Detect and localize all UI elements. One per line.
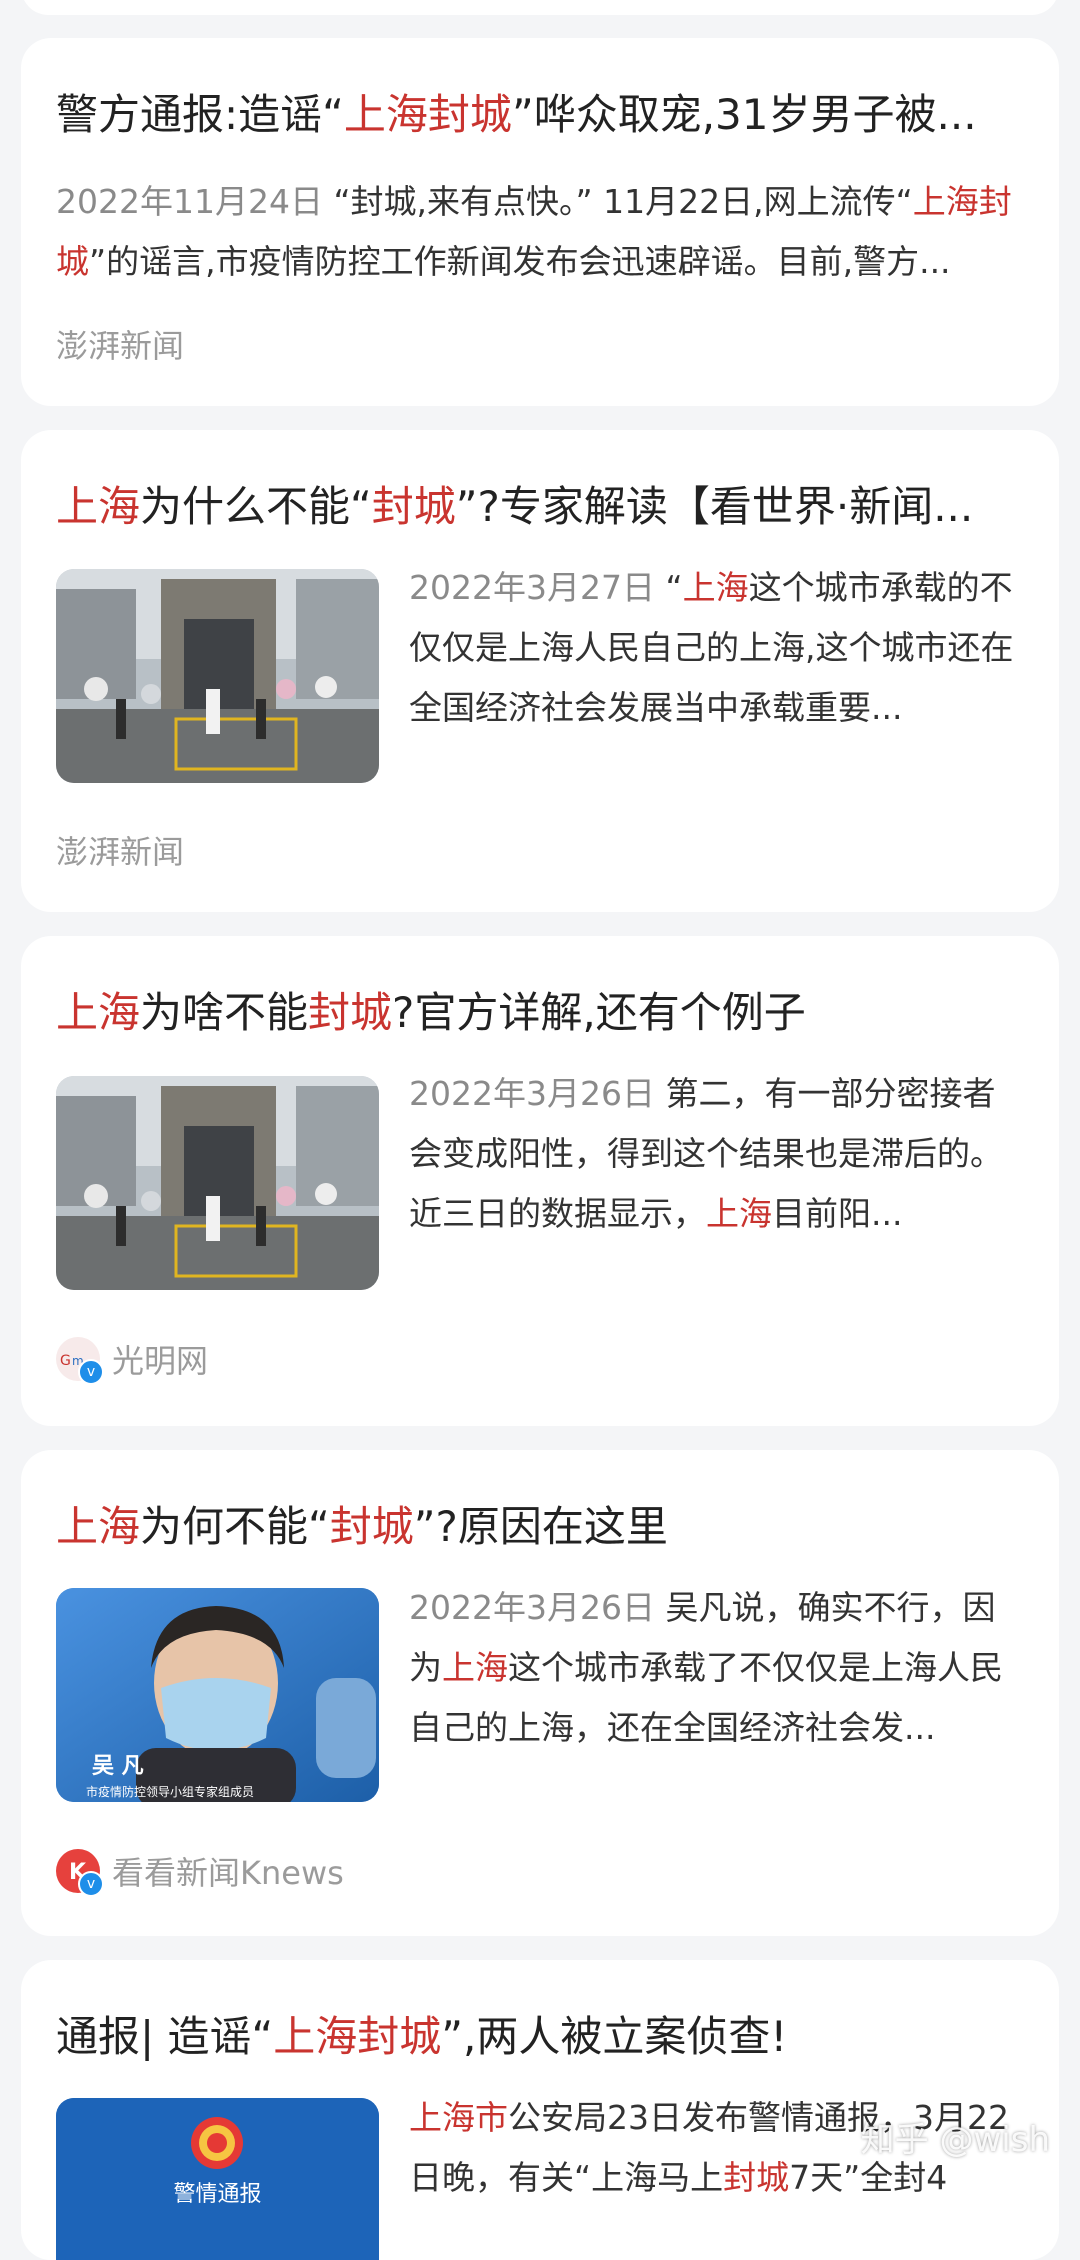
card-title[interactable]: 警方通报:造谣“上海封城”哗众取宠,31岁男子被... [56, 88, 1019, 142]
card-snippet: 2022年3月27日 “上海这个城市承载的不仅仅是上海人民自己的上海,这个城市还… [409, 568, 1014, 727]
previous-card-bottom[interactable] [21, 0, 1059, 15]
thumbnail-image[interactable] [56, 569, 379, 783]
card-title[interactable]: 通报| 造谣“上海封城”,两人被立案侦查! [56, 2010, 1019, 2064]
verified-badge-icon: v [78, 1359, 104, 1385]
source-label: K v 看看新闻Knews [56, 1848, 344, 1897]
city-gate-photo-icon [56, 1076, 379, 1290]
news-card-1[interactable]: 警方通报:造谣“上海封城”哗众取宠,31岁男子被... 2022年11月24日 … [21, 38, 1059, 406]
source-label: Gm v 光明网 [56, 1336, 208, 1385]
thumbnail-image[interactable] [56, 1076, 379, 1290]
news-card-4[interactable]: 上海为何不能“封城”?原因在这里 吴 凡 市疫情防控领导小组专家组成员 2022… [21, 1450, 1059, 1936]
news-card-2[interactable]: 上海为什么不能“封城”?专家解读【看世界·新闻... 2022年3月27日 “上… [21, 430, 1059, 912]
thumb-caption: 警情通报 [173, 2182, 262, 2207]
verified-badge-icon: v [78, 1871, 104, 1897]
source-label: 澎湃新闻 [56, 833, 185, 871]
card-title[interactable]: 上海为何不能“封城”?原因在这里 [56, 1500, 1019, 1554]
svg-text:G: G [60, 1353, 71, 1369]
guangming-logo-icon: Gm v [56, 1337, 104, 1385]
thumbnail-image[interactable]: 警情通报 [56, 2098, 379, 2260]
thumb-caption-name: 吴 凡 [92, 1754, 144, 1779]
card-title[interactable]: 上海为什么不能“封城”?专家解读【看世界·新闻... [56, 480, 1019, 534]
card-snippet: 2022年3月26日 第二，有一部分密接者会变成阳性，得到这个结果也是滞后的。近… [409, 1074, 1003, 1233]
watermark: 知乎 @wish [860, 2120, 1050, 2160]
source-label: 澎湃新闻 [56, 327, 185, 365]
card-title[interactable]: 上海为啥不能封城?官方详解,还有个例子 [56, 986, 1019, 1040]
knews-logo-icon: K v [56, 1849, 104, 1897]
news-card-5[interactable]: 通报| 造谣“上海封城”,两人被立案侦查! 警情通报 上海市公安局23日发布警情… [21, 1960, 1059, 2260]
card-snippet: 2022年11月24日 “封城,来有点快。” 11月22日,网上流传“上海封城”… [56, 182, 1012, 281]
thumbnail-image[interactable]: 吴 凡 市疫情防控领导小组专家组成员 [56, 1588, 379, 1802]
card-snippet: 2022年3月26日 吴凡说，确实不行，因为上海这个城市承载了不仅仅是上海人民自… [409, 1588, 1003, 1747]
news-card-3[interactable]: 上海为啥不能封城?官方详解,还有个例子 2022年3月26日 第二，有一部分密接… [21, 936, 1059, 1426]
thumb-caption-sub: 市疫情防控领导小组专家组成员 [86, 1785, 255, 1799]
city-gate-photo-icon [56, 569, 379, 783]
